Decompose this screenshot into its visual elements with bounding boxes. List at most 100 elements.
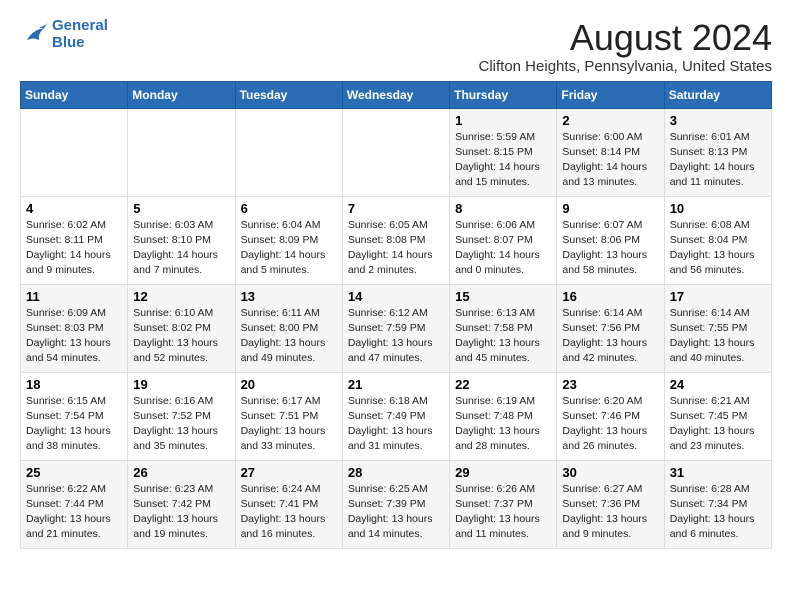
- header-saturday: Saturday: [664, 81, 771, 108]
- day-number: 9: [562, 201, 658, 216]
- day-number: 4: [26, 201, 122, 216]
- day-info: Sunrise: 6:22 AMSunset: 7:44 PMDaylight:…: [26, 482, 122, 543]
- day-number: 2: [562, 113, 658, 128]
- day-cell: 2 Sunrise: 6:00 AMSunset: 8:14 PMDaylight…: [557, 108, 664, 196]
- header-wednesday: Wednesday: [342, 81, 449, 108]
- day-info: Sunrise: 6:06 AMSunset: 8:07 PMDaylight:…: [455, 218, 551, 279]
- day-cell: 10 Sunrise: 6:08 AMSunset: 8:04 PMDayligh…: [664, 196, 771, 284]
- day-number: 18: [26, 377, 122, 392]
- calendar-table: SundayMondayTuesdayWednesdayThursdayFrid…: [20, 81, 772, 549]
- day-info: Sunrise: 6:14 AMSunset: 7:56 PMDaylight:…: [562, 306, 658, 367]
- day-info: Sunrise: 6:23 AMSunset: 7:42 PMDaylight:…: [133, 482, 229, 543]
- day-number: 10: [670, 201, 766, 216]
- day-info: Sunrise: 6:28 AMSunset: 7:34 PMDaylight:…: [670, 482, 766, 543]
- day-cell: 14Sunrise: 6:12 AMSunset: 7:59 PMDayligh…: [342, 284, 449, 372]
- header-thursday: Thursday: [450, 81, 557, 108]
- day-cell: 6 Sunrise: 6:04 AMSunset: 8:09 PMDaylight…: [235, 196, 342, 284]
- day-info: Sunrise: 6:25 AMSunset: 7:39 PMDaylight:…: [348, 482, 444, 543]
- day-info: Sunrise: 6:27 AMSunset: 7:36 PMDaylight:…: [562, 482, 658, 543]
- day-cell: 31Sunrise: 6:28 AMSunset: 7:34 PMDayligh…: [664, 460, 771, 548]
- main-title: August 2024: [479, 18, 773, 58]
- day-cell: 24 Sunrise: 6:21 AMSunset: 7:45 PMDayligh…: [664, 372, 771, 460]
- day-cell: [342, 108, 449, 196]
- day-number: 8: [455, 201, 551, 216]
- header-monday: Monday: [128, 81, 235, 108]
- day-cell: 26 Sunrise: 6:23 AMSunset: 7:42 PMDayligh…: [128, 460, 235, 548]
- day-number: 21: [348, 377, 444, 392]
- day-number: 26: [133, 465, 229, 480]
- day-info: Sunrise: 6:13 AMSunset: 7:58 PMDaylight:…: [455, 306, 551, 367]
- day-info: Sunrise: 6:21 AMSunset: 7:45 PMDaylight:…: [670, 394, 766, 455]
- day-number: 27: [241, 465, 337, 480]
- day-number: 22: [455, 377, 551, 392]
- day-cell: 3 Sunrise: 6:01 AMSunset: 8:13 PMDaylight…: [664, 108, 771, 196]
- day-number: 24: [670, 377, 766, 392]
- day-cell: 18 Sunrise: 6:15 AMSunset: 7:54 PMDayligh…: [21, 372, 128, 460]
- day-cell: 9 Sunrise: 6:07 AMSunset: 8:06 PMDaylight…: [557, 196, 664, 284]
- day-info: Sunrise: 6:07 AMSunset: 8:06 PMDaylight:…: [562, 218, 658, 279]
- day-number: 3: [670, 113, 766, 128]
- day-cell: 28 Sunrise: 6:25 AMSunset: 7:39 PMDayligh…: [342, 460, 449, 548]
- day-info: Sunrise: 6:09 AMSunset: 8:03 PMDaylight:…: [26, 306, 122, 367]
- day-cell: [235, 108, 342, 196]
- day-info: Sunrise: 6:05 AMSunset: 8:08 PMDaylight:…: [348, 218, 444, 279]
- day-info: Sunrise: 6:24 AMSunset: 7:41 PMDaylight:…: [241, 482, 337, 543]
- logo-text: General Blue: [52, 18, 108, 51]
- day-cell: 13 Sunrise: 6:11 AMSunset: 8:00 PMDayligh…: [235, 284, 342, 372]
- day-cell: 27 Sunrise: 6:24 AMSunset: 7:41 PMDayligh…: [235, 460, 342, 548]
- header-row: SundayMondayTuesdayWednesdayThursdayFrid…: [21, 81, 772, 108]
- day-cell: 8 Sunrise: 6:06 AMSunset: 8:07 PMDaylight…: [450, 196, 557, 284]
- day-number: 5: [133, 201, 229, 216]
- day-info: Sunrise: 6:18 AMSunset: 7:49 PMDaylight:…: [348, 394, 444, 455]
- day-info: Sunrise: 6:16 AMSunset: 7:52 PMDaylight:…: [133, 394, 229, 455]
- day-number: 13: [241, 289, 337, 304]
- day-info: Sunrise: 6:04 AMSunset: 8:09 PMDaylight:…: [241, 218, 337, 279]
- week-row-5: 25Sunrise: 6:22 AMSunset: 7:44 PMDayligh…: [21, 460, 772, 548]
- logo-bird-icon: [20, 21, 48, 49]
- day-number: 28: [348, 465, 444, 480]
- day-cell: 4 Sunrise: 6:02 AMSunset: 8:11 PMDaylight…: [21, 196, 128, 284]
- day-info: Sunrise: 6:01 AMSunset: 8:13 PMDaylight:…: [670, 130, 766, 191]
- header-sunday: Sunday: [21, 81, 128, 108]
- day-info: Sunrise: 6:12 AMSunset: 7:59 PMDaylight:…: [348, 306, 444, 367]
- day-cell: 12 Sunrise: 6:10 AMSunset: 8:02 PMDayligh…: [128, 284, 235, 372]
- logo: General Blue: [20, 18, 108, 51]
- header-tuesday: Tuesday: [235, 81, 342, 108]
- title-area: August 2024 Clifton Heights, Pennsylvani…: [479, 18, 773, 75]
- day-cell: 30 Sunrise: 6:27 AMSunset: 7:36 PMDayligh…: [557, 460, 664, 548]
- day-info: Sunrise: 6:08 AMSunset: 8:04 PMDaylight:…: [670, 218, 766, 279]
- week-row-2: 4 Sunrise: 6:02 AMSunset: 8:11 PMDaylight…: [21, 196, 772, 284]
- day-number: 23: [562, 377, 658, 392]
- day-number: 6: [241, 201, 337, 216]
- day-info: Sunrise: 6:14 AMSunset: 7:55 PMDaylight:…: [670, 306, 766, 367]
- day-number: 30: [562, 465, 658, 480]
- day-info: Sunrise: 6:02 AMSunset: 8:11 PMDaylight:…: [26, 218, 122, 279]
- day-cell: 5Sunrise: 6:03 AMSunset: 8:10 PMDaylight…: [128, 196, 235, 284]
- day-cell: 7Sunrise: 6:05 AMSunset: 8:08 PMDaylight…: [342, 196, 449, 284]
- day-cell: 20 Sunrise: 6:17 AMSunset: 7:51 PMDayligh…: [235, 372, 342, 460]
- day-cell: 23 Sunrise: 6:20 AMSunset: 7:46 PMDayligh…: [557, 372, 664, 460]
- day-info: Sunrise: 6:11 AMSunset: 8:00 PMDaylight:…: [241, 306, 337, 367]
- week-row-1: 1Sunrise: 5:59 AMSunset: 8:15 PMDaylight…: [21, 108, 772, 196]
- day-cell: 21 Sunrise: 6:18 AMSunset: 7:49 PMDayligh…: [342, 372, 449, 460]
- header-friday: Friday: [557, 81, 664, 108]
- day-info: Sunrise: 6:17 AMSunset: 7:51 PMDaylight:…: [241, 394, 337, 455]
- day-cell: [128, 108, 235, 196]
- day-cell: 15 Sunrise: 6:13 AMSunset: 7:58 PMDayligh…: [450, 284, 557, 372]
- day-info: Sunrise: 6:00 AMSunset: 8:14 PMDaylight:…: [562, 130, 658, 191]
- day-cell: 17 Sunrise: 6:14 AMSunset: 7:55 PMDayligh…: [664, 284, 771, 372]
- day-info: Sunrise: 6:15 AMSunset: 7:54 PMDaylight:…: [26, 394, 122, 455]
- day-cell: [21, 108, 128, 196]
- day-number: 1: [455, 113, 551, 128]
- day-number: 17: [670, 289, 766, 304]
- day-number: 15: [455, 289, 551, 304]
- subtitle: Clifton Heights, Pennsylvania, United St…: [479, 58, 773, 75]
- header-area: General Blue August 2024 Clifton Heights…: [20, 18, 772, 75]
- day-number: 29: [455, 465, 551, 480]
- day-info: Sunrise: 6:20 AMSunset: 7:46 PMDaylight:…: [562, 394, 658, 455]
- day-cell: 22Sunrise: 6:19 AMSunset: 7:48 PMDayligh…: [450, 372, 557, 460]
- day-number: 12: [133, 289, 229, 304]
- day-info: Sunrise: 6:10 AMSunset: 8:02 PMDaylight:…: [133, 306, 229, 367]
- day-number: 20: [241, 377, 337, 392]
- week-row-4: 18 Sunrise: 6:15 AMSunset: 7:54 PMDayligh…: [21, 372, 772, 460]
